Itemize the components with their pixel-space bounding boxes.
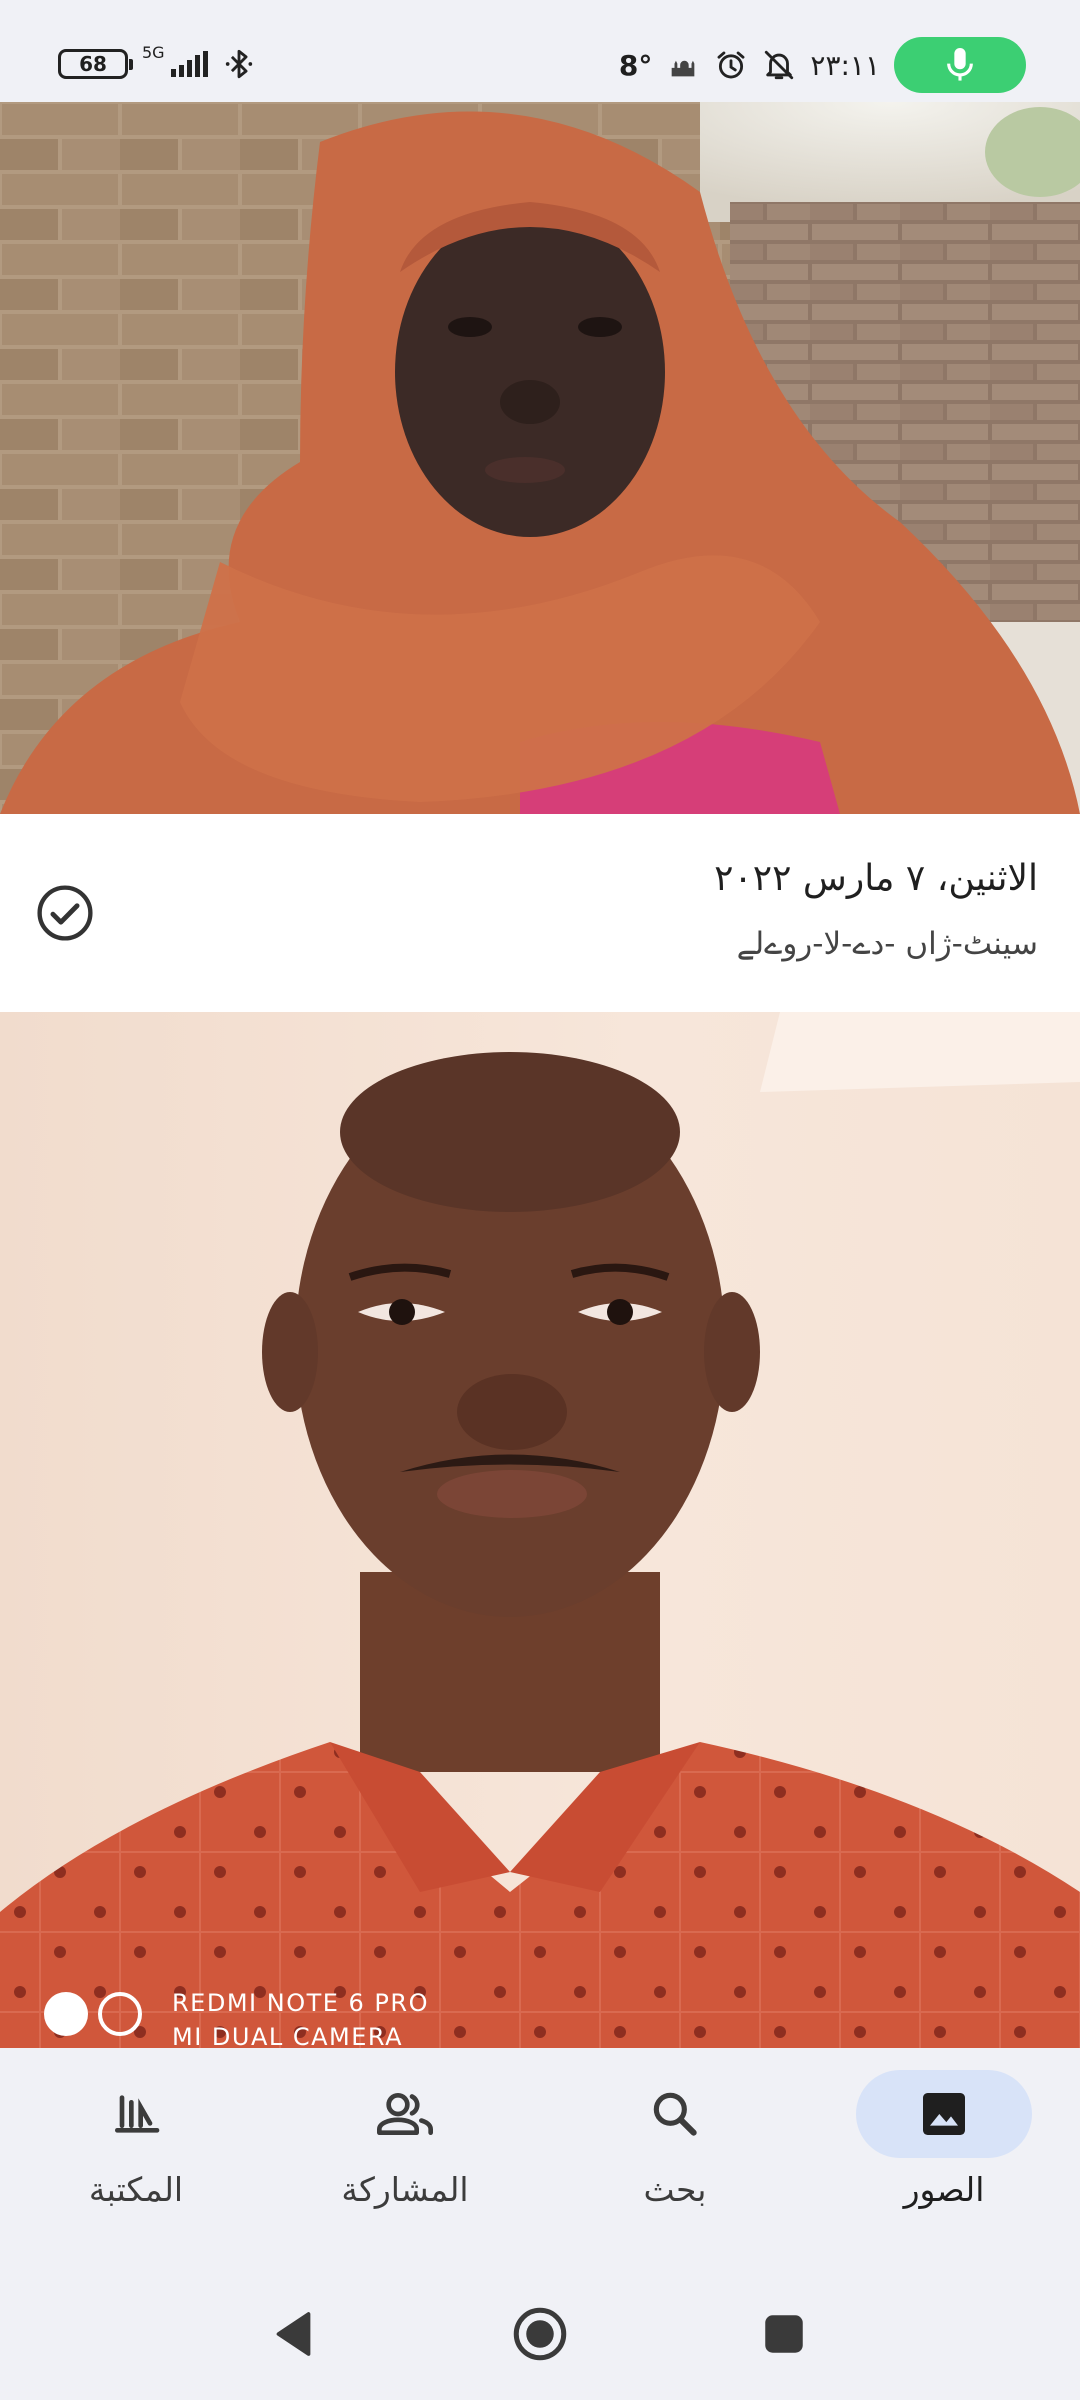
alarm-icon — [717, 51, 745, 79]
bluetooth-icon — [225, 49, 252, 79]
bell-off-icon — [765, 50, 794, 80]
mic-indicator[interactable] — [894, 37, 1026, 93]
nav-library[interactable]: المكتبة — [26, 2068, 246, 2238]
status-left: 68 5G — [58, 42, 256, 84]
clock-text: ٢٣:١١ — [810, 48, 880, 82]
home-icon[interactable] — [510, 2304, 570, 2364]
section-location[interactable]: سينٹ-ژاں -دے-لا-روےلے — [737, 926, 1038, 962]
recents-icon[interactable] — [754, 2304, 814, 2364]
photo-icon — [923, 2093, 965, 2135]
status-bar: 68 5G 8° ٢٣:١١ — [0, 0, 1080, 102]
date-section-header — [0, 814, 1080, 1012]
watermark-logo — [44, 1992, 142, 2036]
network-type: 5G — [142, 42, 165, 62]
microphone-icon — [947, 48, 973, 81]
watermark-line-1: REDMI NOTE 6 PRO — [172, 1989, 429, 2017]
camera-watermark: REDMI NOTE 6 PRO MI DUAL CAMERA — [172, 1986, 429, 2054]
watermark-dot-filled — [44, 1992, 88, 2036]
signal-icon — [170, 51, 208, 77]
temperature-text: 8° — [618, 48, 653, 82]
nav-search-label: بحث — [643, 2170, 707, 2209]
nav-sharing-label: المشاركة — [341, 2170, 469, 2209]
photo-thumbnail[interactable] — [0, 102, 1080, 814]
section-date: الاثنين، ٧ مارس ٢٠٢٢ — [714, 858, 1038, 899]
nav-photos[interactable]: الصور — [834, 2068, 1054, 2238]
photo-image — [0, 1012, 1080, 2048]
photo-image — [0, 102, 1080, 814]
photo-thumbnail[interactable] — [0, 1012, 1080, 2048]
battery-icon: 68 — [58, 49, 133, 79]
mosque-icon — [672, 60, 695, 77]
select-all-check-icon[interactable] — [36, 884, 94, 942]
battery-level: 68 — [79, 52, 107, 76]
people-icon — [377, 2093, 433, 2135]
nav-photos-label: الصور — [903, 2170, 985, 2209]
nav-sharing-pill — [317, 2070, 493, 2158]
library-icon — [115, 2095, 160, 2133]
nav-search[interactable]: بحث — [565, 2068, 785, 2238]
nav-photos-pill — [856, 2070, 1032, 2158]
status-right: 8° ٢٣:١١ — [619, 36, 1026, 94]
nav-sharing[interactable]: المشاركة — [295, 2068, 515, 2238]
nav-library-pill — [48, 2070, 224, 2158]
back-icon[interactable] — [266, 2304, 326, 2364]
nav-search-pill — [587, 2070, 763, 2158]
watermark-dot-ring — [98, 1992, 142, 2036]
nav-library-label: المكتبة — [88, 2170, 184, 2209]
search-icon — [653, 2092, 697, 2136]
